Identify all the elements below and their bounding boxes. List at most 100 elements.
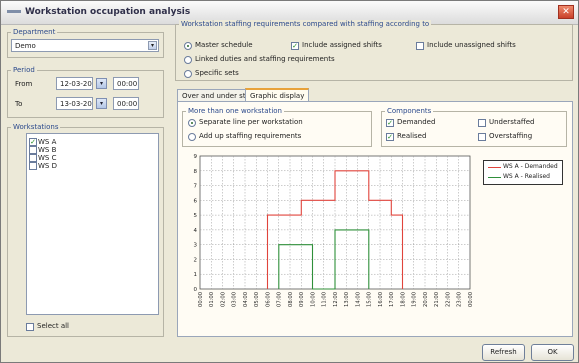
specific-sets-label: Specific sets [195, 69, 239, 77]
occupation-chart: 00:00 01:00 02:00 03:00 04:00 05:00 06:00 07:00… [194, 154, 474, 307]
select-all-label: Select all [37, 322, 69, 330]
linked-duties-radio[interactable] [184, 56, 192, 64]
include-unassigned-checkbox[interactable] [416, 42, 424, 50]
y-tick-label: 3 [194, 243, 198, 249]
x-tick-label: 19:00 [412, 292, 418, 307]
period-label: Period [11, 66, 37, 74]
department-label: Department [11, 28, 58, 36]
x-tick-label: 23:00 [457, 292, 463, 307]
x-tick-label: 09:00 [299, 292, 305, 307]
calendar-icon[interactable]: ▾ [96, 78, 107, 89]
x-tick-label: 10:00 [310, 292, 316, 307]
tab-graphic-display[interactable]: Graphic display [245, 88, 310, 101]
x-tick-label: 08:00 [288, 292, 294, 307]
ws-b-checkbox[interactable] [29, 146, 37, 154]
to-label: To [15, 100, 23, 108]
x-tick-label: 16:00 [378, 292, 384, 307]
include-assigned-checkbox[interactable]: ✓ [291, 42, 299, 50]
x-tick-label: 00:00 [468, 292, 474, 307]
legend-realised-swatch [488, 177, 501, 178]
master-schedule-label: Master schedule [195, 41, 253, 49]
linked-duties-label: Linked duties and staffing requirements [195, 55, 335, 63]
y-tick-label: 4 [194, 228, 198, 234]
to-date-input[interactable]: 13-03-2007 [56, 97, 93, 110]
add-up-label: Add up staffing requirements [199, 132, 302, 140]
x-tick-label: 06:00 [265, 292, 271, 307]
ws-d-label: WS D [38, 162, 57, 170]
ws-b-label: WS B [38, 146, 57, 154]
y-tick-label: 9 [194, 154, 198, 160]
ws-a-label: WS A [38, 138, 57, 146]
workstations-list[interactable]: ✓ WS A WS B WS C WS D [26, 133, 159, 315]
ok-button[interactable]: OK [531, 344, 574, 361]
legend-demanded-label: WS A - Demanded [503, 163, 558, 170]
understaffed-label: Understaffed [489, 118, 535, 126]
x-tick-label: 15:00 [367, 292, 373, 307]
ws-c-checkbox[interactable] [29, 154, 37, 162]
y-tick-label: 8 [194, 169, 198, 175]
x-tick-label: 11:00 [322, 292, 328, 307]
separate-line-radio[interactable] [188, 119, 196, 127]
from-date-input[interactable]: 12-03-2007 [56, 77, 93, 90]
x-tick-label: 14:00 [355, 292, 361, 307]
overstaffing-label: Overstaffing [489, 132, 533, 140]
ws-c-label: WS C [38, 154, 57, 162]
graphic-display-panel: More than one workstation Separate line … [177, 101, 573, 337]
more-than-one-label: More than one workstation [186, 107, 284, 115]
x-tick-label: 18:00 [400, 292, 406, 307]
more-than-one-group [182, 111, 372, 147]
chart-legend: WS A - Demanded WS A - Realised [483, 160, 563, 185]
close-button[interactable]: ✕ [558, 5, 574, 19]
legend-demanded-swatch [488, 167, 501, 168]
demanded-label: Demanded [397, 118, 436, 126]
x-tick-label: 02:00 [220, 292, 226, 307]
realised-label: Realised [397, 132, 427, 140]
y-tick-label: 6 [194, 198, 198, 204]
x-tick-label: 12:00 [333, 292, 339, 307]
x-tick-label: 07:00 [277, 292, 283, 307]
x-tick-label: 04:00 [243, 292, 249, 307]
ws-d-checkbox[interactable] [29, 162, 37, 170]
overstaffing-checkbox[interactable] [478, 133, 486, 141]
components-label: Components [385, 107, 434, 115]
include-assigned-label: Include assigned shifts [302, 41, 382, 49]
legend-realised-label: WS A - Realised [503, 173, 550, 180]
y-tick-label: 5 [194, 213, 198, 219]
window-title: Workstation occupation analysis [25, 7, 191, 17]
analysis-window: Workstation occupation analysis ✕ Depart… [0, 0, 579, 363]
x-tick-label: 03:00 [232, 292, 238, 307]
separate-line-label: Separate line per workstation [199, 118, 303, 126]
x-tick-label: 21:00 [434, 292, 440, 307]
calendar-icon[interactable]: ▾ [96, 98, 107, 109]
y-tick-label: 2 [194, 257, 198, 263]
window-icon [7, 10, 21, 13]
workstations-label: Workstations [11, 123, 61, 131]
y-tick-label: 7 [194, 184, 198, 190]
demanded-checkbox[interactable]: ✓ [386, 119, 394, 127]
x-tick-label: 00:00 [198, 292, 204, 307]
chevron-down-icon[interactable]: ▾ [148, 41, 157, 50]
y-tick-label: 1 [194, 272, 198, 278]
realised-checkbox[interactable]: ✓ [386, 133, 394, 141]
ws-a-checkbox[interactable]: ✓ [29, 138, 37, 146]
add-up-radio[interactable] [188, 133, 196, 141]
from-time-input[interactable]: 00:00 [113, 77, 139, 90]
x-tick-label: 05:00 [254, 292, 260, 307]
requirements-label: Workstation staffing requirements compar… [179, 20, 432, 28]
x-tick-label: 20:00 [423, 292, 429, 307]
master-schedule-radio[interactable] [184, 42, 192, 50]
x-tick-label: 17:00 [389, 292, 395, 307]
y-tick-label: 0 [194, 287, 198, 293]
select-all-checkbox[interactable] [26, 323, 34, 331]
x-tick-label: 22:00 [445, 292, 451, 307]
department-select[interactable]: Demo [11, 39, 159, 52]
x-tick-label: 13:00 [344, 292, 350, 307]
from-label: From [15, 80, 33, 88]
to-time-input[interactable]: 00:00 [113, 97, 139, 110]
components-group [381, 111, 567, 147]
specific-sets-radio[interactable] [184, 70, 192, 78]
understaffed-checkbox[interactable] [478, 119, 486, 127]
refresh-button[interactable]: Refresh [482, 344, 525, 361]
include-unassigned-label: Include unassigned shifts [427, 41, 516, 49]
x-tick-label: 01:00 [209, 292, 215, 307]
